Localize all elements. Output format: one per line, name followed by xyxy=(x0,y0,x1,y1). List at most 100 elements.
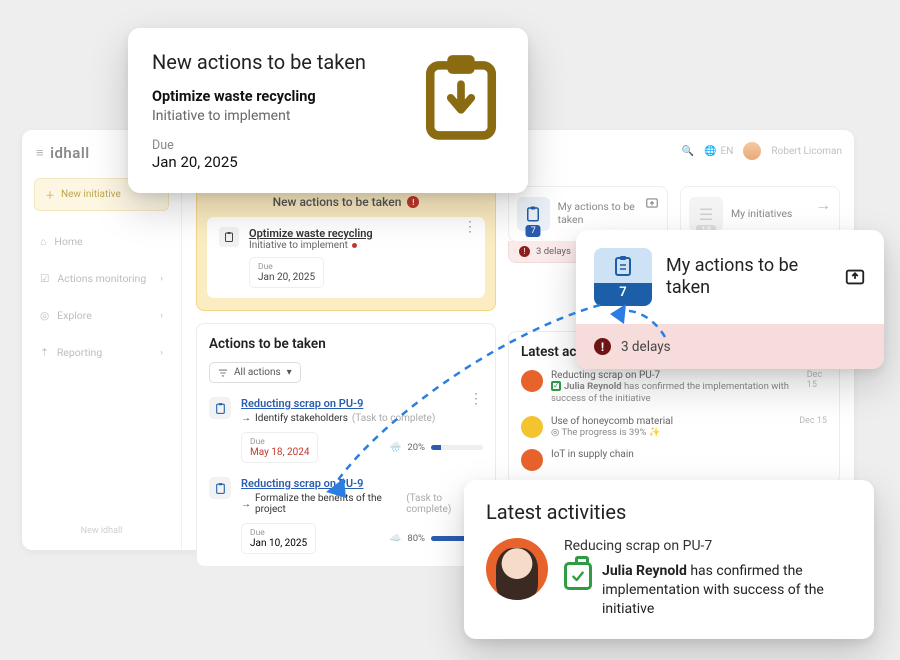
due-value: May 18, 2024 xyxy=(250,447,309,458)
sidebar-item-reporting[interactable]: ⇡ Reporting › xyxy=(30,338,173,367)
activity-row[interactable]: Reducting scrap on PU-7 Julia Reynold ha… xyxy=(521,370,827,406)
avatar xyxy=(486,538,548,600)
task-title: Reducting scrap on PU-9 xyxy=(241,477,483,490)
more-icon[interactable]: ⋮ xyxy=(463,225,477,229)
sidebar-item-label: Actions monitoring xyxy=(57,272,146,285)
clipboard-check-icon xyxy=(564,562,592,590)
plus-icon: ＋ xyxy=(45,187,55,202)
popup-new-actions: New actions to be taken Optimize waste r… xyxy=(128,28,528,193)
clipboard-icon xyxy=(209,397,231,419)
popup-heading: My actions to be taken xyxy=(666,255,830,298)
sidebar-item-explore[interactable]: ◎ Explore › xyxy=(30,301,173,330)
task-row[interactable]: Reducting scrap on PU-9 → Formalize the … xyxy=(209,477,483,554)
highlight-item-subtitle: Initiative to implement xyxy=(249,240,348,251)
activity-title: Reducing scrap on PU-7 xyxy=(564,538,852,554)
due-value: Jan 20, 2025 xyxy=(258,272,315,283)
alert-icon: ! xyxy=(594,338,611,355)
due-label: Due xyxy=(250,437,309,447)
clipboard-download-icon xyxy=(418,50,504,171)
chevron-right-icon: › xyxy=(160,274,163,284)
arrow-right-icon: → xyxy=(241,413,251,424)
open-icon[interactable] xyxy=(645,195,659,214)
actions-panel: Actions to be taken All actions ▾ Reduct… xyxy=(196,323,496,567)
user-name[interactable]: Robert Licoman xyxy=(771,146,842,157)
task-step: Formalize the benefits of the project xyxy=(255,493,402,515)
filter-button[interactable]: All actions ▾ xyxy=(209,362,301,383)
task-hint: (Task to complete) xyxy=(352,413,435,424)
progress-label: 80% xyxy=(407,533,425,544)
arrow-right-icon: → xyxy=(241,499,251,510)
alert-icon: ! xyxy=(519,246,530,257)
popup-item-subtitle: Initiative to implement xyxy=(152,108,418,124)
avatar[interactable] xyxy=(743,142,761,160)
popup-latest-activities: Latest activities Reducing scrap on PU-7… xyxy=(464,480,874,639)
chevron-right-icon: › xyxy=(160,348,163,358)
activity-row[interactable]: Use of honeycomb material ◎ The progress… xyxy=(521,416,827,439)
chevron-right-icon: › xyxy=(160,311,163,321)
due-value: Jan 20, 2025 xyxy=(152,153,418,171)
clipboard-icon xyxy=(219,227,239,247)
sidebar-footer: New idhall xyxy=(30,526,173,536)
activity-title: Use of honeycomb material xyxy=(551,416,673,427)
delays-band: ! 3 delays xyxy=(576,324,884,369)
popup-heading: New actions to be taken xyxy=(152,50,418,74)
tile-count: 7 xyxy=(619,285,626,300)
popup-my-actions: 7 My actions to be taken ! 3 delays xyxy=(576,230,884,369)
progress-indicator: 🌧️ 20% xyxy=(390,442,483,453)
tile-thumb-icon: 7 xyxy=(594,248,652,306)
popup-heading: Latest activities xyxy=(486,500,852,524)
popup-item-title: Optimize waste recycling xyxy=(152,88,418,105)
more-icon[interactable]: ⋮ xyxy=(469,397,483,401)
due-badge: Due Jan 20, 2025 xyxy=(249,257,324,288)
task-title: Reducting scrap on PU-9 xyxy=(241,397,483,410)
panel-title: Actions to be taken xyxy=(209,336,483,352)
new-initiative-label: New initiative xyxy=(61,189,121,200)
sidebar-item-label: Explore xyxy=(57,309,92,322)
sidebar-item-home[interactable]: ⌂ Home xyxy=(30,227,173,256)
avatar xyxy=(521,449,543,471)
activity-body: Julia Reynold has confirmed the implemen… xyxy=(602,562,852,619)
target-icon: ◎ xyxy=(551,427,561,438)
avatar xyxy=(521,416,543,438)
search-icon[interactable]: 🔍 xyxy=(682,146,694,157)
due-label: Due xyxy=(152,138,418,153)
check-icon xyxy=(551,381,561,391)
progress-label: 20% xyxy=(407,442,425,453)
activity-title: Reducting scrap on PU-7 xyxy=(551,370,799,381)
clipboard-icon: ☑ xyxy=(40,272,49,285)
tile-thumb-icon: ☰ 13 xyxy=(689,197,723,231)
compass-icon: ◎ xyxy=(40,309,49,322)
due-badge: Due Jan 10, 2025 xyxy=(241,523,316,554)
highlight-item-title: Optimize waste recycling xyxy=(249,227,373,240)
due-badge: Due May 18, 2024 xyxy=(241,432,318,463)
task-step: Identify stakeholders xyxy=(255,413,348,424)
open-icon[interactable] xyxy=(844,266,866,288)
highlight-item[interactable]: Optimize waste recycling Initiative to i… xyxy=(207,217,485,298)
arrow-right-icon[interactable]: → xyxy=(815,195,831,215)
weather-rain-icon: 🌧️ xyxy=(390,442,402,453)
tile-label: My actions to be taken xyxy=(558,201,659,226)
weather-cloud-icon: ☁️ xyxy=(390,533,402,544)
activity-row[interactable]: IoT in supply chain xyxy=(521,449,827,471)
due-label: Due xyxy=(250,528,307,538)
tile-thumb-icon: 7 xyxy=(517,197,550,231)
due-value: Jan 10, 2025 xyxy=(250,538,307,549)
delays-label: 3 delays xyxy=(536,246,571,257)
clipboard-icon xyxy=(209,477,231,499)
activity-title: IoT in supply chain xyxy=(551,449,634,460)
menu-icon[interactable]: ≡ xyxy=(36,145,44,161)
language-switch[interactable]: 🌐 EN xyxy=(704,146,733,157)
chart-icon: ⇡ xyxy=(40,346,49,359)
sidebar-item-actions-monitoring[interactable]: ☑ Actions monitoring › xyxy=(30,264,173,293)
avatar xyxy=(521,370,543,392)
sidebar: ≡ idhall ＋ New initiative ⌂ Home ☑ Actio… xyxy=(22,130,182,550)
filter-icon xyxy=(218,368,228,378)
task-row[interactable]: Reducting scrap on PU-9 → Identify stake… xyxy=(209,397,483,463)
highlight-title: New actions to be taken xyxy=(273,195,402,209)
alert-badge-icon: ! xyxy=(407,196,419,208)
filter-label: All actions xyxy=(234,367,281,378)
brand-name: idhall xyxy=(50,144,90,162)
chevron-down-icon: ▾ xyxy=(287,367,292,378)
home-icon: ⌂ xyxy=(40,235,46,248)
tile-label: My initiatives xyxy=(731,208,792,221)
